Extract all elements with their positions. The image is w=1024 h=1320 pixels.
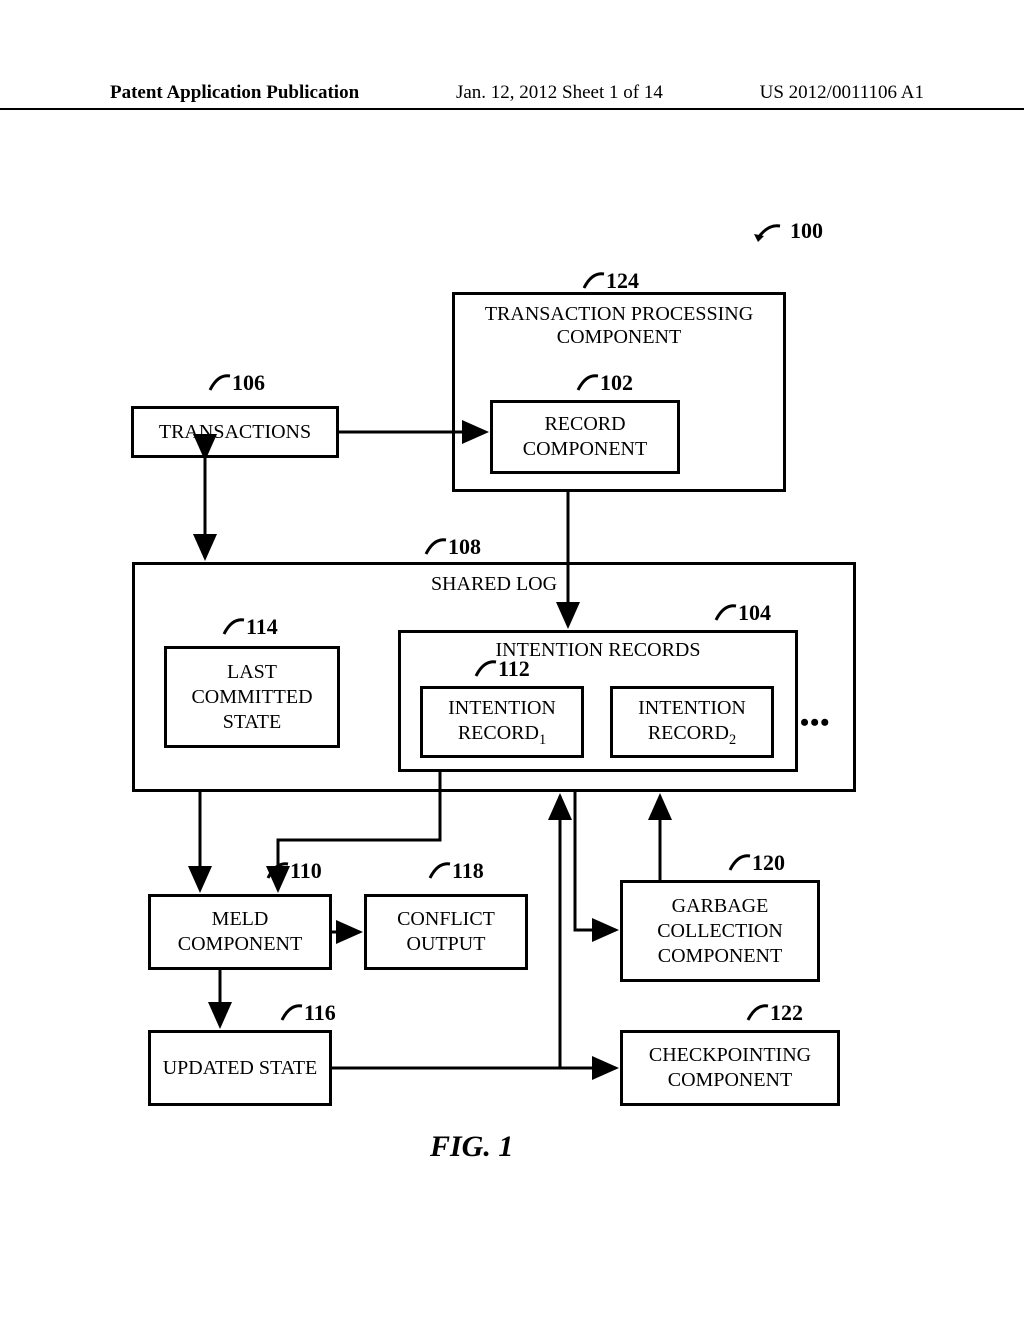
record-component-box: RECORD COMPONENT [490,400,680,474]
tpc-label: TRANSACTION PROCESSING COMPONENT [455,303,783,349]
ref-124-hook [576,270,606,292]
header-right: US 2012/0011106 A1 [760,82,924,104]
figure-label: FIG. 1 [430,1130,513,1164]
ref-124: 124 [606,268,639,294]
ref-122-hook [740,1002,770,1024]
intention-record-2-box: INTENTION RECORD2 [610,686,774,758]
ref-110: 110 [290,858,322,884]
header-center: Jan. 12, 2012 Sheet 1 of 14 [456,82,663,104]
ellipsis: ••• [800,708,830,738]
ref-106-hook [202,372,232,394]
ref-120: 120 [752,850,785,876]
ref-108-hook [418,536,448,558]
header-left: Patent Application Publication [110,82,359,104]
checkpointing-box: CHECKPOINTING COMPONENT [620,1030,840,1106]
ref-120-hook [722,852,752,874]
ref-114: 114 [246,614,278,640]
transactions-box: TRANSACTIONS [131,406,339,458]
ref-100-hook [752,222,782,244]
ir2-line1: INTENTION [638,696,746,721]
ref-116: 116 [304,1000,336,1026]
page-header: Patent Application Publication Jan. 12, … [0,82,1024,110]
ir1-line2: RECORD1 [458,721,546,749]
garbage-text: GARBAGE COLLECTION COMPONENT [627,894,813,969]
ref-112-hook [468,658,498,680]
ref-100: 100 [790,218,823,244]
meld-text: MELD COMPONENT [155,907,325,957]
ref-108: 108 [448,534,481,560]
updated-text: UPDATED STATE [163,1056,318,1081]
ref-112: 112 [498,656,530,682]
garbage-box: GARBAGE COLLECTION COMPONENT [620,880,820,982]
ref-110-hook [260,860,290,882]
checkpointing-text: CHECKPOINTING COMPONENT [627,1043,833,1093]
meld-box: MELD COMPONENT [148,894,332,970]
ref-118-hook [422,860,452,882]
conflict-text: CONFLICT OUTPUT [371,907,521,957]
ref-102-hook [570,372,600,394]
last-committed-text: LAST COMMITTED STATE [171,660,333,735]
intention-records-label: INTENTION RECORDS [401,639,795,662]
shared-log-label: SHARED LOG [135,573,853,596]
ir1-line1: INTENTION [448,696,556,721]
ref-116-hook [274,1002,304,1024]
ref-106: 106 [232,370,265,396]
ref-122: 122 [770,1000,803,1026]
conflict-box: CONFLICT OUTPUT [364,894,528,970]
ref-104: 104 [738,600,771,626]
record-component-text: RECORD COMPONENT [497,412,673,462]
ref-118: 118 [452,858,484,884]
last-committed-box: LAST COMMITTED STATE [164,646,340,748]
ref-104-hook [708,602,738,624]
updated-box: UPDATED STATE [148,1030,332,1106]
transactions-text: TRANSACTIONS [159,420,311,445]
ir2-line2: RECORD2 [648,721,736,749]
diagram-area: 100 TRANSACTION PROCESSING COMPONENT 124… [0,110,1024,1210]
intention-record-1-box: INTENTION RECORD1 [420,686,584,758]
ref-102: 102 [600,370,633,396]
ref-114-hook [216,616,246,638]
